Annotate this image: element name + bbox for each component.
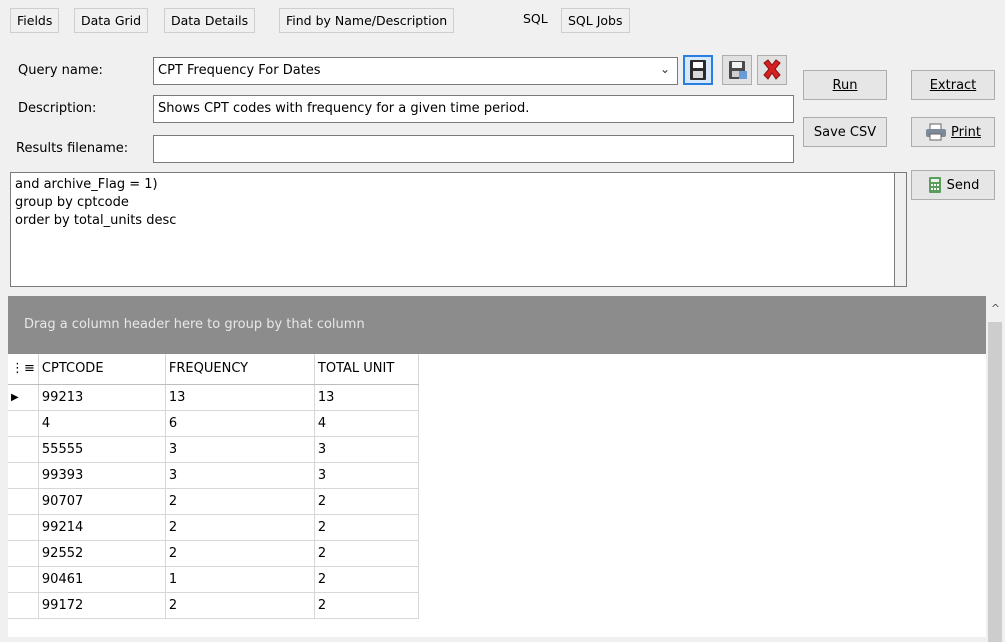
row-indicator[interactable]: [8, 488, 39, 515]
cell-frequency[interactable]: 2: [165, 540, 315, 567]
group-by-hint: Drag a column header here to group by th…: [24, 317, 365, 332]
cell-frequency[interactable]: 13: [165, 384, 315, 411]
table-row[interactable]: 92552 2 2: [8, 540, 419, 567]
cell-total-unit[interactable]: 2: [314, 514, 419, 541]
tab-data-grid[interactable]: Data Grid: [74, 8, 149, 33]
cell-cptcode[interactable]: 99393: [38, 462, 166, 489]
extract-label: Extract: [929, 77, 977, 93]
tab-data-details[interactable]: Data Details: [164, 8, 256, 33]
cell-frequency[interactable]: 3: [165, 436, 315, 463]
scroll-thumb[interactable]: [988, 322, 1002, 642]
save-as-query-button[interactable]: [722, 55, 752, 85]
cell-cptcode[interactable]: 99172: [38, 592, 166, 619]
cell-frequency[interactable]: 2: [165, 488, 315, 515]
column-chooser-icon[interactable]: ⋮≡: [8, 354, 39, 385]
scroll-up-icon[interactable]: ^: [986, 302, 1005, 315]
table-row[interactable]: 90707 2 2: [8, 488, 419, 515]
cell-total-unit[interactable]: 2: [314, 488, 419, 515]
print-button[interactable]: Print: [911, 117, 995, 147]
cell-cptcode[interactable]: 90461: [38, 566, 166, 593]
cell-cptcode[interactable]: 99214: [38, 514, 166, 541]
cell-total-unit[interactable]: 2: [314, 540, 419, 567]
tab-fields[interactable]: Fields: [10, 8, 60, 33]
table-row[interactable]: 90461 1 2: [8, 566, 419, 593]
cell-frequency[interactable]: 6: [165, 410, 315, 437]
description-field[interactable]: Shows CPT codes with frequency for a giv…: [153, 95, 794, 123]
table-row[interactable]: 55555 3 3: [8, 436, 419, 463]
results-filename-label: Results filename:: [16, 141, 129, 156]
results-grid: ⋮≡ CPTCODE FREQUENCY TOTAL UNIT ▶ 99213 13…: [8, 354, 986, 637]
current-row-indicator-icon[interactable]: ▶: [8, 384, 39, 411]
floppy-save-icon: [690, 60, 706, 80]
row-indicator[interactable]: [8, 566, 39, 593]
description-label: Description:: [18, 101, 97, 116]
table-row[interactable]: 464: [8, 410, 419, 437]
save-csv-label: Save CSV: [813, 124, 877, 140]
cell-frequency[interactable]: 1: [165, 566, 315, 593]
sql-editor[interactable]: and archive_Flag = 1) group by cptcode o…: [10, 172, 895, 287]
cell-cptcode[interactable]: 99213: [38, 384, 166, 411]
extract-button[interactable]: Extract: [911, 70, 995, 100]
results-table: ⋮≡ CPTCODE FREQUENCY TOTAL UNIT ▶ 99213 13…: [8, 354, 419, 619]
cell-frequency[interactable]: 3: [165, 462, 315, 489]
cell-total-unit[interactable]: 3: [314, 462, 419, 489]
save-csv-button[interactable]: Save CSV: [803, 117, 887, 147]
cell-total-unit[interactable]: 2: [314, 592, 419, 619]
floppy-save-as-icon: [729, 61, 747, 79]
column-header-total-unit[interactable]: TOTAL UNIT: [314, 354, 419, 385]
row-indicator[interactable]: [8, 540, 39, 567]
cell-total-unit[interactable]: 3: [314, 436, 419, 463]
query-name-value: CPT Frequency For Dates: [158, 63, 321, 78]
query-name-combo[interactable]: CPT Frequency For Dates ⌄: [153, 57, 678, 85]
save-query-button[interactable]: [683, 55, 713, 85]
cell-cptcode[interactable]: 92552: [38, 540, 166, 567]
column-header-frequency[interactable]: FREQUENCY: [165, 354, 315, 385]
tab-find-by-name[interactable]: Find by Name/Description: [279, 8, 455, 33]
run-label: Run: [832, 77, 858, 93]
results-filename-field[interactable]: [153, 135, 794, 163]
printer-icon: [926, 123, 947, 141]
cell-total-unit[interactable]: 4: [314, 410, 419, 437]
group-by-panel[interactable]: Drag a column header here to group by th…: [8, 296, 986, 354]
row-indicator[interactable]: [8, 592, 39, 619]
query-name-label: Query name:: [18, 63, 103, 78]
cell-total-unit[interactable]: 2: [314, 566, 419, 593]
table-row[interactable]: ▶ 99213 13 13: [8, 384, 419, 411]
chevron-down-icon[interactable]: ⌄: [657, 60, 673, 78]
red-x-delete-icon: [763, 59, 781, 80]
cell-total-unit[interactable]: 13: [314, 384, 419, 411]
run-button[interactable]: Run: [803, 70, 887, 100]
cell-cptcode[interactable]: 4: [38, 410, 166, 437]
table-row[interactable]: 99393 3 3: [8, 462, 419, 489]
row-indicator[interactable]: [8, 462, 39, 489]
calculator-send-icon: [928, 177, 941, 193]
print-label: Print: [951, 124, 981, 140]
send-label: Send: [946, 177, 980, 193]
send-button[interactable]: Send: [911, 170, 995, 200]
delete-query-button[interactable]: [757, 55, 787, 85]
tab-sql-jobs[interactable]: SQL Jobs: [561, 8, 630, 33]
cell-frequency[interactable]: 2: [165, 514, 315, 541]
tab-sql[interactable]: SQL: [516, 6, 555, 34]
cell-cptcode[interactable]: 90707: [38, 488, 166, 515]
table-row[interactable]: 99214 2 2: [8, 514, 419, 541]
tab-bar: Fields Data Grid Data Details Find by Na…: [0, 0, 1005, 40]
cell-cptcode[interactable]: 55555: [38, 436, 166, 463]
cell-frequency[interactable]: 2: [165, 592, 315, 619]
grid-vertical-scrollbar[interactable]: ^: [986, 296, 1005, 642]
row-indicator[interactable]: [8, 514, 39, 541]
table-row[interactable]: 99172 2 2: [8, 592, 419, 619]
row-indicator[interactable]: [8, 410, 39, 437]
row-indicator[interactable]: [8, 436, 39, 463]
column-header-cptcode[interactable]: CPTCODE: [38, 354, 166, 385]
sql-editor-scrollbar[interactable]: [895, 172, 907, 287]
